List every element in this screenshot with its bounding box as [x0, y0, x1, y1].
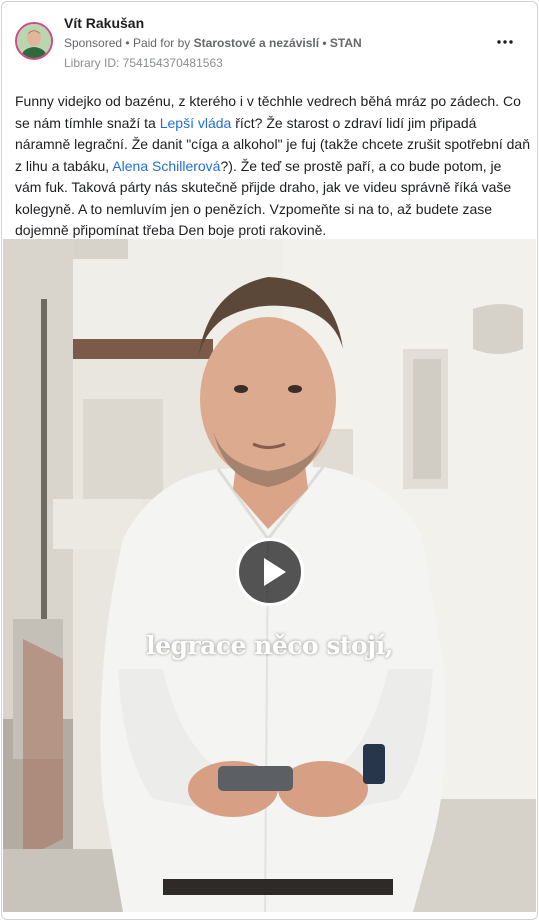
library-id: Library ID: 754154370481563 [64, 56, 223, 70]
ad-post-card: Vít Rakušan Sponsored • Paid for by Star… [1, 1, 538, 920]
post-body-text: Funny videjko od bazénu, z kterého i v t… [15, 91, 530, 242]
link-lepsi-vlada[interactable]: Lepší vláda [160, 115, 232, 131]
play-button[interactable] [236, 538, 304, 606]
video-player[interactable]: legrace něco stojí, [3, 239, 536, 912]
post-header: Vít Rakušan Sponsored • Paid for by Star… [2, 2, 537, 82]
video-subtitle: legrace něco stojí, [146, 631, 393, 660]
play-icon [264, 558, 286, 586]
author-name[interactable]: Vít Rakušan [64, 15, 144, 31]
payer-name: Starostové a nezávislí • STAN [193, 36, 362, 50]
more-options-icon [497, 40, 513, 44]
link-alena-schillerova[interactable]: Alena Schillerová [112, 158, 220, 174]
more-options-button[interactable] [493, 32, 517, 52]
sponsored-line: Sponsored • Paid for by Starostové a nez… [64, 36, 362, 50]
sponsored-label[interactable]: Sponsored [64, 36, 122, 50]
author-avatar[interactable] [15, 22, 53, 60]
avatar-portrait [17, 24, 51, 58]
paid-for-label: Paid for by [132, 36, 191, 50]
meta-separator: • [125, 36, 133, 50]
